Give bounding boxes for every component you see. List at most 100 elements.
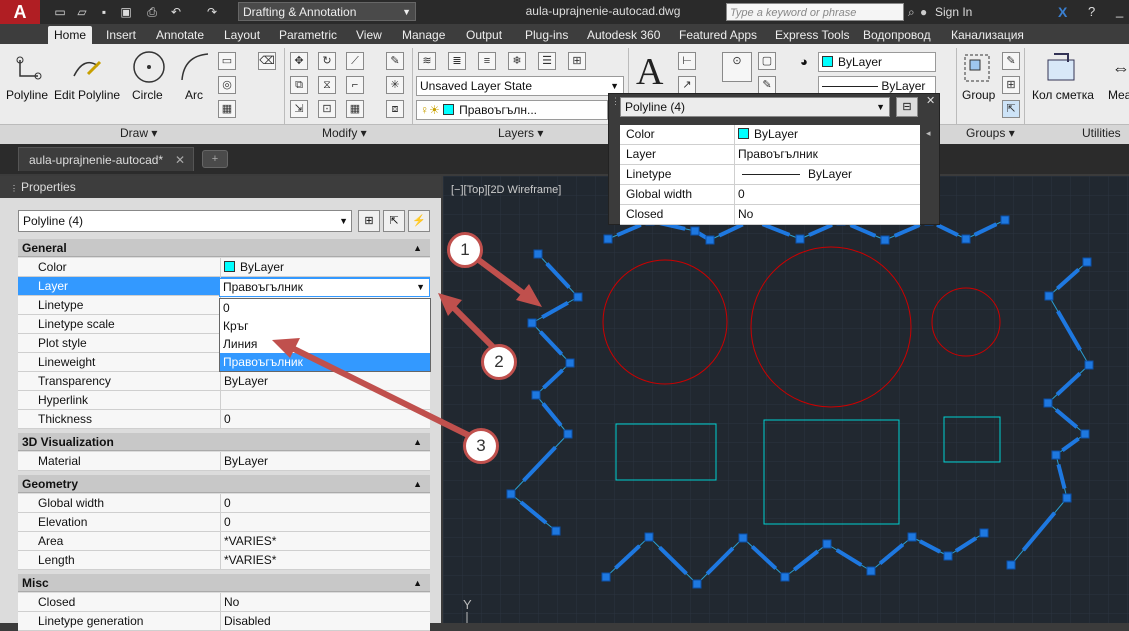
group-button-label[interactable]: Group: [962, 88, 995, 102]
ungroup-icon[interactable]: ✎: [1002, 52, 1020, 70]
save-as-icon[interactable]: ▣: [118, 4, 134, 20]
grip-handle[interactable]: [780, 572, 790, 582]
search-icon[interactable]: ⌕: [908, 5, 915, 20]
modify-panel-title[interactable]: Modify ▾: [322, 126, 367, 140]
ribbon-tab[interactable]: Autodesk 360: [581, 26, 666, 44]
grip-handle[interactable]: [738, 533, 748, 543]
ribbon-tab[interactable]: Home: [48, 26, 93, 44]
draw-panel-title[interactable]: Draw ▾: [120, 126, 157, 140]
grip-handle[interactable]: [603, 234, 613, 244]
collapse-icon[interactable]: ▲: [413, 475, 422, 493]
property-value[interactable]: 0: [220, 513, 430, 532]
ribbon-tab[interactable]: Output: [460, 26, 508, 44]
collapse-icon[interactable]: ▲: [413, 433, 422, 451]
kol-smetka-icon[interactable]: [1044, 50, 1078, 84]
document-tab[interactable]: aula-uprajnenie-autocad* ✕: [18, 147, 194, 171]
grip-handle[interactable]: [705, 235, 715, 245]
grip-handle[interactable]: [644, 532, 654, 542]
grip-handle[interactable]: [1000, 215, 1010, 225]
property-value[interactable]: *VARIES*: [220, 532, 430, 551]
ribbon-tab[interactable]: Layout: [218, 26, 266, 44]
polyline-icon[interactable]: [14, 52, 44, 86]
property-row[interactable]: Elevation 0: [18, 513, 430, 532]
redo-icon[interactable]: ↷: [204, 4, 220, 20]
property-row[interactable]: Hyperlink: [18, 391, 430, 410]
layer-option[interactable]: Кръг: [220, 317, 430, 335]
property-value[interactable]: [220, 391, 430, 410]
ribbon-tab[interactable]: Annotate: [150, 26, 210, 44]
quick-property-value[interactable]: ByLayer: [734, 125, 920, 144]
leader-icon[interactable]: ↗: [678, 76, 696, 94]
workspace-select[interactable]: Drafting & Annotation ▼: [238, 2, 416, 21]
open-file-icon[interactable]: ▱: [74, 4, 90, 20]
drawing-canvas[interactable]: Y: [443, 176, 1129, 623]
property-value[interactable]: Disabled: [220, 612, 430, 631]
category-misc[interactable]: Misc ▲: [18, 574, 430, 592]
ribbon-tab[interactable]: Express Tools: [769, 26, 855, 44]
insert-block-icon[interactable]: ⊙: [722, 52, 752, 82]
rotate-icon[interactable]: ↻: [318, 52, 336, 70]
category-geometry[interactable]: Geometry ▲: [18, 475, 430, 493]
sign-in-link[interactable]: Sign In: [935, 5, 972, 19]
property-row[interactable]: Transparency ByLayer: [18, 372, 430, 391]
copy-icon[interactable]: ⧉: [290, 76, 308, 94]
chevron-down-icon[interactable]: ▼: [416, 279, 425, 296]
grip-handle[interactable]: [795, 234, 805, 244]
object-type-select[interactable]: Polyline (4) ▼: [18, 210, 352, 232]
property-row[interactable]: Global width 0: [18, 494, 430, 513]
measure-icon[interactable]: ⇔: [1112, 58, 1129, 79]
grip-handle[interactable]: [1080, 429, 1090, 439]
grip-handle[interactable]: [531, 390, 541, 400]
minimize-icon[interactable]: _: [1116, 3, 1123, 18]
layer-states-icon[interactable]: ≣: [448, 52, 466, 70]
grip-handle[interactable]: [563, 429, 573, 439]
grip-handle[interactable]: [551, 526, 561, 536]
layer-state-select[interactable]: Unsaved Layer State ▼: [416, 76, 624, 96]
mirror-icon[interactable]: ⧖: [318, 76, 336, 94]
layer-properties-icon[interactable]: ≋: [418, 52, 436, 70]
polyline-button-label[interactable]: Polyline: [6, 88, 48, 102]
property-value[interactable]: ByLayer: [220, 258, 430, 277]
dimension-icon[interactable]: ⊢: [678, 52, 696, 70]
erase-object-icon[interactable]: ✎: [386, 52, 404, 70]
grip-handle[interactable]: [565, 358, 575, 368]
ribbon-tab[interactable]: Водопровод: [857, 26, 937, 44]
collapse-icon[interactable]: ▲: [413, 574, 422, 592]
layer-select[interactable]: ♀☀ Правоъгълн...: [416, 100, 608, 120]
ribbon-tab[interactable]: Plug-ins: [519, 26, 574, 44]
category-3d-visualization[interactable]: 3D Visualization ▲: [18, 433, 430, 451]
grip-handle[interactable]: [692, 579, 702, 589]
grip-handle[interactable]: [1044, 291, 1054, 301]
quick-property-row[interactable]: Layer Правоъгълник: [620, 145, 920, 165]
hatch-icon[interactable]: ◎: [218, 76, 236, 94]
print-icon[interactable]: ⎙: [144, 4, 160, 20]
grip-handle[interactable]: [601, 572, 611, 582]
grip-handle[interactable]: [822, 539, 832, 549]
create-block-icon[interactable]: ▢: [758, 52, 776, 70]
layer-lock-icon[interactable]: ⊞: [568, 52, 586, 70]
ribbon-tab[interactable]: Parametric: [273, 26, 343, 44]
property-row[interactable]: Material ByLayer: [18, 452, 430, 471]
quick-property-row[interactable]: Color ByLayer: [620, 125, 920, 145]
fillet-icon[interactable]: ⌐: [346, 76, 364, 94]
save-icon[interactable]: ▪: [96, 4, 112, 20]
layer-option[interactable]: Правоъгълник: [220, 353, 430, 371]
grip-handle[interactable]: [961, 234, 971, 244]
select-objects-icon[interactable]: ⇱: [383, 210, 405, 232]
grip-handle[interactable]: [527, 318, 537, 328]
layer-option[interactable]: Линия: [220, 335, 430, 353]
grip-handle[interactable]: [880, 235, 890, 245]
edit-polyline-icon[interactable]: [70, 54, 104, 82]
quick-select-icon[interactable]: ⚡: [408, 210, 430, 232]
ribbon-tab[interactable]: Featured Apps: [673, 26, 763, 44]
arc-icon[interactable]: [178, 50, 212, 84]
property-row[interactable]: Area *VARIES*: [18, 532, 430, 551]
property-value[interactable]: 0: [220, 410, 430, 429]
grip-handle[interactable]: [866, 566, 876, 576]
grip-handle[interactable]: [1051, 450, 1061, 460]
customize-icon[interactable]: ⊟: [896, 97, 918, 117]
grip-handle[interactable]: [943, 551, 953, 561]
viewport-controls[interactable]: [−][Top][2D Wireframe]: [451, 184, 561, 196]
grip-handle[interactable]: [506, 489, 516, 499]
rectangle-icon[interactable]: ▭: [218, 52, 236, 70]
